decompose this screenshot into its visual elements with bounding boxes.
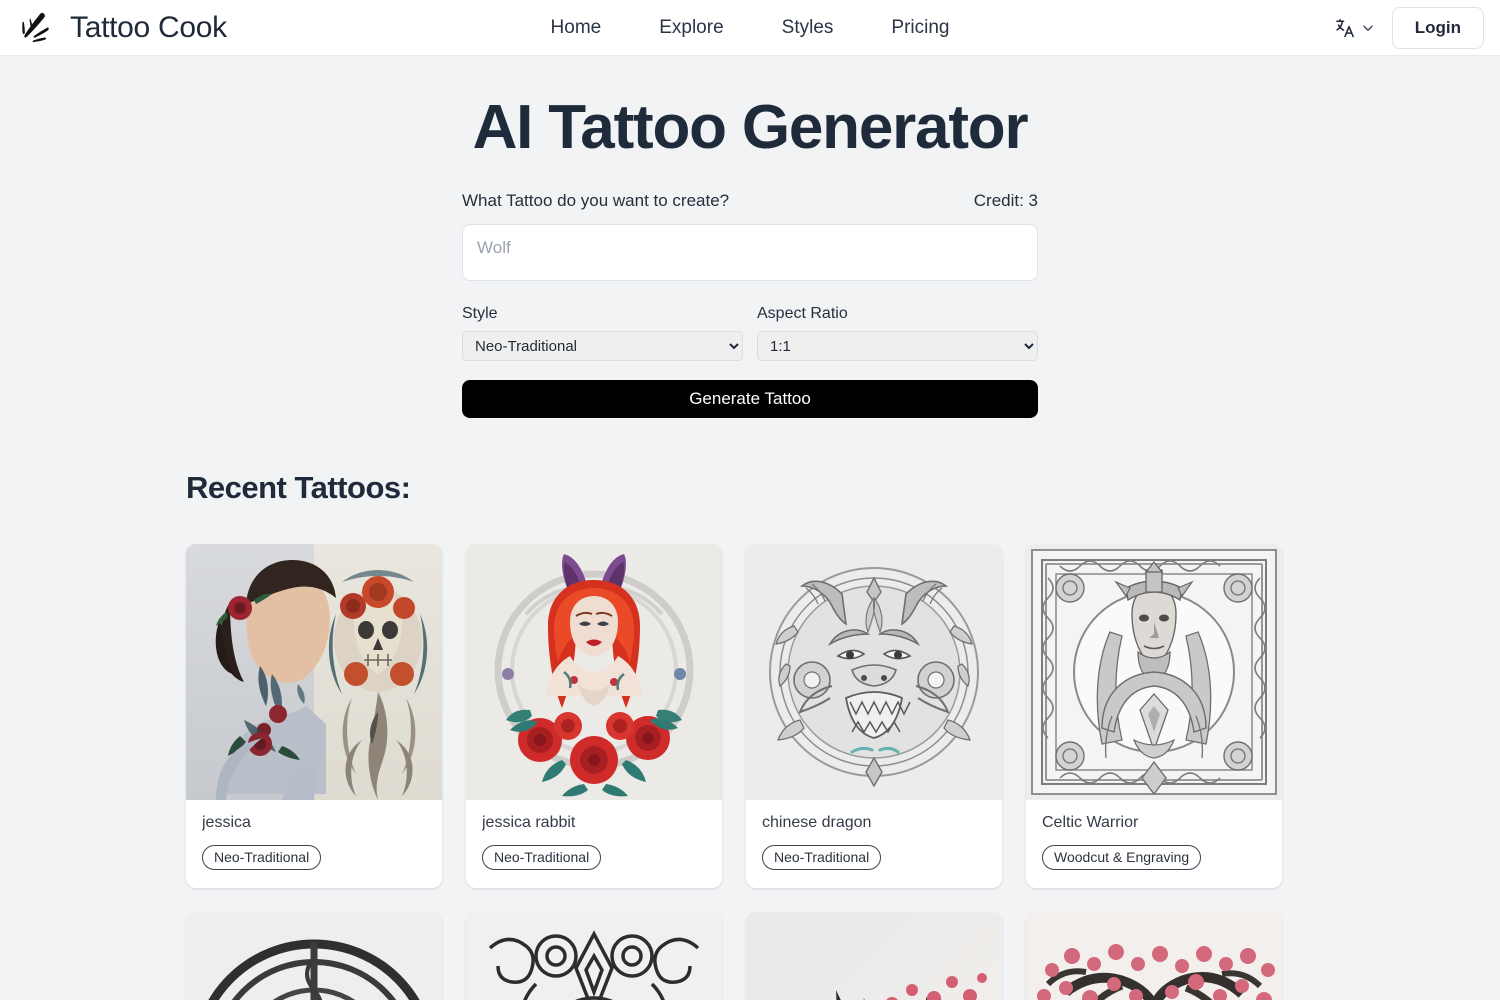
card-style-tag: Neo-Traditional bbox=[482, 845, 602, 870]
login-button[interactable]: Login bbox=[1391, 6, 1484, 49]
recent-tattoos-grid: jessica Neo-Traditional jessica rabbit N… bbox=[186, 544, 1314, 888]
options-row: Style Neo-Traditional Aspect Ratio 1:1 bbox=[462, 305, 1038, 361]
card-body: chinese dragon Neo-Traditional bbox=[746, 800, 1002, 888]
card-title: chinese dragon bbox=[762, 814, 872, 831]
card-body: Celtic Warrior Woodcut & Engraving bbox=[1026, 800, 1282, 888]
celtic-knot-circle-tattoo-image bbox=[186, 912, 442, 1000]
nav-item-explore[interactable]: Explore bbox=[659, 17, 723, 39]
card-style-tag: Neo-Traditional bbox=[202, 845, 322, 870]
tattoo-card[interactable]: Celtic Warrior Woodcut & Engraving bbox=[1026, 544, 1282, 888]
cherry-blossom-tree-tattoo-image bbox=[1026, 912, 1282, 1000]
tattoo-card[interactable]: jessica rabbit Neo-Traditional bbox=[466, 544, 722, 888]
translate-icon bbox=[1335, 18, 1354, 37]
header-actions: Login bbox=[1334, 6, 1484, 49]
brand-name: Tattoo Cook bbox=[70, 10, 227, 44]
language-switcher[interactable] bbox=[1334, 17, 1374, 39]
ink-splash-logo-icon bbox=[22, 12, 49, 42]
style-label: Style bbox=[462, 305, 498, 322]
recent-tattoos-section: Recent Tattoos: jessica Neo-Traditional … bbox=[186, 470, 1314, 1000]
chevron-down-icon bbox=[1363, 25, 1373, 31]
portrait-rose-tattoo-image bbox=[186, 544, 442, 800]
page-title: AI Tattoo Generator bbox=[472, 93, 1029, 162]
tattoo-card[interactable] bbox=[466, 912, 722, 1000]
style-select[interactable]: Neo-Traditional bbox=[462, 331, 743, 361]
credit-counter: Credit: 3 bbox=[973, 191, 1038, 210]
main-nav: Home Explore Styles Pricing bbox=[551, 17, 950, 39]
celtic-beasts-knot-tattoo-image bbox=[466, 912, 722, 1000]
style-field: Style Neo-Traditional bbox=[462, 305, 743, 361]
card-title: Celtic Warrior bbox=[1042, 814, 1139, 831]
generator-form: What Tattoo do you want to create? Credi… bbox=[462, 191, 1038, 418]
prompt-question-label: What Tattoo do you want to create? bbox=[462, 191, 730, 210]
aspect-ratio-select[interactable]: 1:1 bbox=[757, 331, 1038, 361]
site-header: Tattoo Cook Home Explore Styles Pricing … bbox=[0, 0, 1500, 56]
tattoo-card[interactable] bbox=[1026, 912, 1282, 1000]
brand-logo[interactable]: Tattoo Cook bbox=[16, 11, 227, 45]
nav-item-pricing[interactable]: Pricing bbox=[891, 17, 949, 39]
card-body: jessica rabbit Neo-Traditional bbox=[466, 800, 722, 888]
recent-tattoos-grid-row2 bbox=[186, 912, 1314, 1000]
tattoo-card[interactable] bbox=[186, 912, 442, 1000]
form-top-row: What Tattoo do you want to create? Credi… bbox=[462, 191, 1038, 211]
card-body: jessica Neo-Traditional bbox=[186, 800, 442, 888]
celtic-warrior-tattoo-image bbox=[1026, 544, 1282, 800]
dragon-blossom-tattoo-image bbox=[746, 912, 1002, 1000]
generate-tattoo-button[interactable]: Generate Tattoo bbox=[462, 380, 1038, 418]
nav-item-home[interactable]: Home bbox=[551, 17, 602, 39]
nav-item-styles[interactable]: Styles bbox=[782, 17, 834, 39]
tattoo-card[interactable]: chinese dragon Neo-Traditional bbox=[746, 544, 1002, 888]
tattoo-card[interactable] bbox=[746, 912, 1002, 1000]
tattoo-card[interactable]: jessica Neo-Traditional bbox=[186, 544, 442, 888]
card-style-tag: Woodcut & Engraving bbox=[1042, 845, 1202, 870]
dragon-mandala-tattoo-image bbox=[746, 544, 1002, 800]
card-title: jessica bbox=[202, 814, 251, 831]
prompt-input[interactable] bbox=[462, 224, 1038, 281]
redhead-roses-tattoo-image bbox=[466, 544, 722, 800]
recent-tattoos-heading: Recent Tattoos: bbox=[186, 470, 411, 505]
aspect-ratio-label: Aspect Ratio bbox=[757, 305, 848, 322]
card-style-tag: Neo-Traditional bbox=[762, 845, 882, 870]
aspect-ratio-field: Aspect Ratio 1:1 bbox=[757, 305, 1038, 361]
card-title: jessica rabbit bbox=[482, 814, 576, 831]
